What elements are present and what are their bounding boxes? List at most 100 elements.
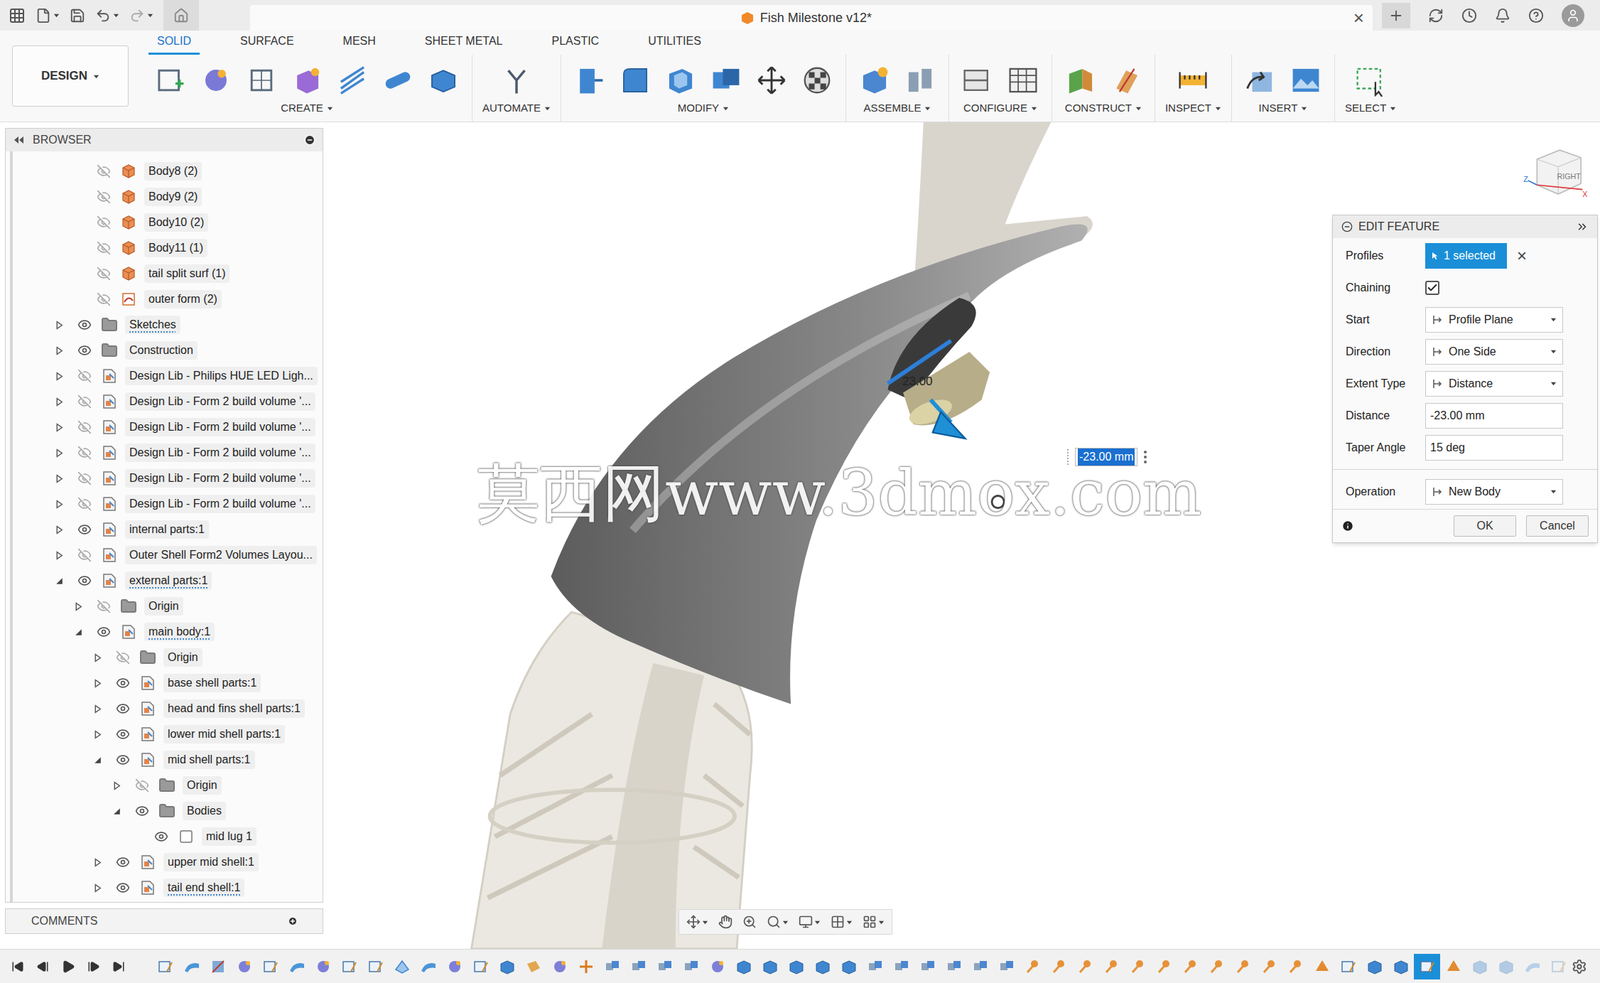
timeline-feature[interactable] [888, 953, 915, 980]
timeline-feature[interactable] [809, 953, 836, 980]
timeline-feature[interactable] [993, 953, 1020, 980]
step-back-icon[interactable] [36, 959, 50, 973]
browser-item-label[interactable]: internal parts:1 [125, 520, 209, 539]
collapsed-icon[interactable] [93, 704, 103, 714]
value-input[interactable]: 15 deg [1425, 434, 1564, 461]
collapsed-icon[interactable] [54, 550, 64, 560]
dropdown[interactable]: Distance [1425, 370, 1564, 397]
browser-item[interactable]: internal parts:1 [12, 516, 323, 543]
eye-hidden-icon[interactable] [96, 598, 111, 614]
browser-item[interactable]: Design Lib - Form 2 build volume '... [12, 490, 323, 517]
browser-item-label[interactable]: Body11 (1) [144, 238, 208, 258]
timeline-feature[interactable] [1361, 953, 1388, 980]
browser-item[interactable]: Design Lib - Form 2 build volume '... [12, 439, 323, 466]
document-tab[interactable]: Fish Milestone v12*× [250, 4, 1373, 31]
collapsed-icon[interactable] [54, 448, 64, 458]
nav-tool-icon[interactable] [766, 914, 781, 929]
timeline-feature[interactable] [782, 953, 810, 980]
dropdown[interactable]: One Side [1425, 338, 1564, 365]
timeline-feature[interactable] [914, 953, 941, 980]
add-comment-icon[interactable] [288, 916, 297, 926]
timeline-feature[interactable] [861, 953, 889, 980]
timeline-feature[interactable] [178, 953, 205, 980]
browser-item-label[interactable]: Body8 (2) [144, 161, 202, 181]
tool-group-label[interactable]: SELECT [1340, 100, 1401, 117]
browser-item[interactable]: outer form (2) [12, 286, 323, 312]
timeline-feature[interactable] [1177, 953, 1204, 980]
browser-item-label[interactable]: Design Lib - Form 2 build volume '... [125, 468, 316, 488]
nav-tool-icon[interactable] [718, 914, 733, 929]
step-forward-icon[interactable] [87, 959, 101, 973]
comments-bar[interactable]: COMMENTS [4, 907, 324, 934]
tool-button[interactable] [954, 60, 1001, 101]
tool-button[interactable] [375, 60, 421, 101]
timeline-feature[interactable] [940, 953, 967, 980]
browser-item-label[interactable]: base shell parts:1 [163, 673, 261, 693]
eye-hidden-icon[interactable] [77, 394, 92, 409]
timeline-feature[interactable] [520, 953, 547, 980]
browser-item-label[interactable]: Origin [182, 775, 222, 795]
notifications-icon[interactable] [1494, 7, 1511, 24]
tool-group-label[interactable]: CREATE [276, 100, 338, 117]
eye-icon[interactable] [154, 829, 169, 844]
browser-item[interactable]: tail end shell:1 [12, 874, 323, 901]
eye-icon[interactable] [77, 522, 92, 537]
toolbar-tab[interactable]: SURFACE [231, 32, 303, 55]
go-to-start-icon[interactable] [11, 959, 25, 973]
tool-group-label[interactable]: ASSEMBLE [859, 100, 936, 117]
value-input[interactable]: -23.00 mm [1425, 402, 1564, 429]
timeline-feature[interactable] [1387, 953, 1414, 980]
eye-icon[interactable] [77, 343, 92, 358]
file-icon[interactable] [35, 7, 52, 24]
tool-button[interactable] [612, 60, 658, 101]
timeline-feature[interactable] [1413, 953, 1441, 980]
toolbar-tab[interactable]: MESH [334, 32, 385, 55]
browser-item-label[interactable]: head and fins shell parts:1 [163, 699, 305, 718]
browser-item[interactable]: external parts:1 [12, 567, 323, 594]
browser-item[interactable]: Body8 (2) [12, 158, 323, 185]
timeline-feature[interactable] [1334, 953, 1362, 980]
timeline-feature[interactable] [756, 953, 783, 980]
collapsed-icon[interactable] [54, 499, 64, 509]
eye-icon[interactable] [77, 573, 92, 588]
timeline-feature[interactable] [730, 953, 757, 980]
timeline-feature[interactable] [1124, 953, 1151, 980]
browser-item-label[interactable]: Design Lib - Form 2 build volume '... [125, 443, 316, 462]
timeline-feature[interactable] [362, 953, 389, 980]
timeline-feature[interactable] [1045, 953, 1073, 980]
eye-hidden-icon[interactable] [96, 292, 111, 307]
eye-hidden-icon[interactable] [134, 777, 150, 793]
expanded-icon[interactable] [73, 627, 84, 637]
eye-icon[interactable] [115, 880, 131, 895]
tool-button[interactable] [1103, 60, 1149, 101]
collapse-panel-icon[interactable] [12, 135, 25, 145]
browser-item[interactable]: Body9 (2) [12, 184, 323, 210]
timeline-feature[interactable] [1203, 953, 1230, 980]
timeline-feature[interactable] [1256, 953, 1283, 980]
dropdown[interactable]: Profile Plane [1425, 306, 1564, 333]
browser-item[interactable]: mid lug 1 [12, 823, 323, 850]
undo-icon[interactable] [95, 7, 111, 24]
go-to-end-icon[interactable] [112, 959, 126, 973]
browser-item[interactable]: lower mid shell parts:1 [12, 721, 323, 747]
browser-header[interactable]: BROWSER [5, 128, 323, 152]
toolbar-tab[interactable]: UTILITIES [639, 32, 710, 55]
tool-button[interactable] [238, 60, 285, 101]
collapsed-icon[interactable] [93, 652, 103, 663]
timeline-feature[interactable] [467, 953, 494, 980]
browser-item-label[interactable]: Sketches [125, 315, 181, 334]
eye-hidden-icon[interactable] [96, 189, 111, 204]
save-icon[interactable] [69, 7, 86, 24]
timeline-feature[interactable] [493, 953, 521, 980]
tool-group-label[interactable]: CONFIGURE [959, 100, 1042, 117]
clear-selection-button[interactable]: × [1516, 247, 1527, 265]
collapsed-icon[interactable] [93, 883, 103, 893]
eye-hidden-icon[interactable] [96, 266, 111, 281]
browser-item-label[interactable]: mid lug 1 [201, 826, 257, 846]
eye-hidden-icon[interactable] [77, 419, 92, 435]
sync-icon[interactable] [1428, 7, 1444, 24]
tool-button[interactable] [657, 60, 704, 101]
collapsed-icon[interactable] [54, 525, 64, 535]
browser-item[interactable]: Body11 (1) [12, 235, 323, 261]
browser-item-label[interactable]: lower mid shell parts:1 [163, 724, 285, 744]
